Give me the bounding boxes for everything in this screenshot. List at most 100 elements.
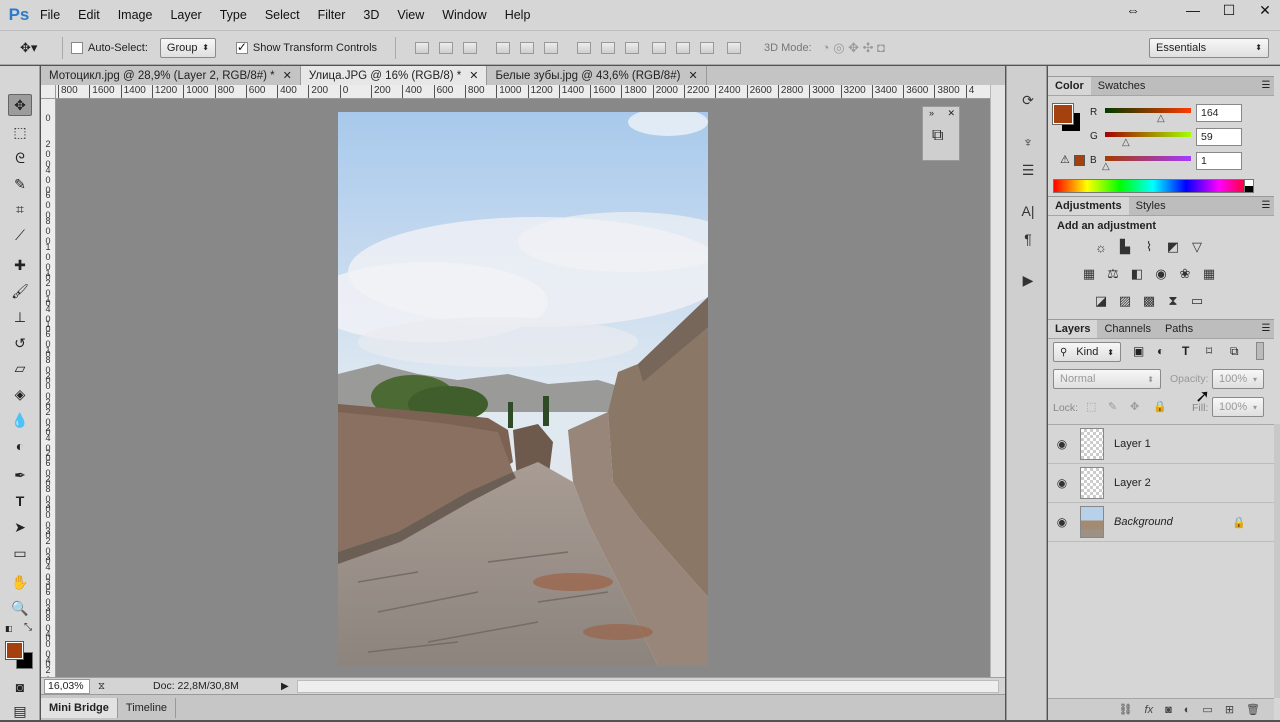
opacity-field[interactable]: 100% ▾ [1212, 369, 1264, 389]
blur-tool-icon[interactable]: 💧 [8, 409, 32, 431]
filter-smart-objects-icon[interactable]: ⧉ [1230, 344, 1239, 359]
brush-preset-icon[interactable]: ♆ [1017, 132, 1039, 152]
tab-street[interactable]: Улица.JPG @ 16% (RGB/8) * ✕ [300, 66, 488, 85]
zoom-tool-icon[interactable]: 🔍 [8, 597, 32, 619]
vibrance-icon[interactable]: ▽ [1188, 238, 1206, 256]
vertical-scrollbar[interactable] [990, 85, 1005, 677]
tab-white-teeth[interactable]: Белые зубы.jpg @ 43,6% (RGB/8#) ✕ [487, 66, 707, 85]
eyedropper-tool-icon[interactable]: ⟋ [8, 224, 32, 246]
quick-mask-icon[interactable]: ◙ [8, 676, 32, 698]
visibility-eye-icon[interactable]: ◉ [1048, 515, 1076, 529]
green-slider[interactable]: G △ 59 [1090, 128, 1276, 148]
type-tool-icon[interactable]: T [8, 490, 32, 512]
layer-name[interactable]: Layer 2 [1114, 477, 1151, 489]
maximize-button[interactable]: ☐ [1222, 2, 1236, 19]
tab-styles[interactable]: Styles [1129, 197, 1173, 215]
distribute-bottom-icon[interactable] [625, 41, 640, 54]
filter-adjustment-layers-icon[interactable]: ◐ [1157, 344, 1164, 358]
lock-position-icon[interactable]: ✥ [1130, 400, 1139, 413]
vertical-ruler[interactable]: 02 0 04 0 06 0 08 0 01 0 0 01 2 0 01 4 0… [41, 99, 56, 677]
visibility-eye-icon[interactable]: ◉ [1048, 476, 1076, 490]
panel-menu-icon[interactable]: ☰ [1258, 197, 1274, 215]
close-tab-icon[interactable]: ✕ [688, 69, 697, 82]
3d-cube-icon[interactable]: ⧉ [932, 127, 943, 145]
crop-tool-icon[interactable]: ⌗ [8, 198, 32, 220]
close-tab-icon[interactable]: ✕ [469, 69, 478, 82]
zoom-level-field[interactable]: 16,03% [44, 678, 90, 694]
properties-icon[interactable]: ☰ [1017, 160, 1039, 180]
tab-motorcycle[interactable]: Мотоцикл.jpg @ 28,9% (Layer 2, RGB/8#) *… [41, 66, 301, 85]
distribute-top-icon[interactable] [577, 41, 592, 54]
red-knob-icon[interactable]: △ [1157, 113, 1165, 124]
blue-value-field[interactable]: 1 [1196, 152, 1242, 170]
green-gradient[interactable] [1105, 132, 1191, 137]
delete-layer-icon[interactable]: 🗑 [1246, 703, 1260, 716]
invert-icon[interactable]: ◪ [1092, 292, 1110, 310]
horizontal-scrollbar[interactable] [296, 679, 999, 693]
status-menu-arrow-icon[interactable]: ▶ [281, 681, 289, 692]
layer-row[interactable]: ◉ Layer 1 [1048, 425, 1274, 464]
add-mask-icon[interactable]: ◙ [1165, 704, 1172, 716]
ruler-origin[interactable] [41, 85, 56, 99]
selective-color-icon[interactable]: ⧗ [1164, 292, 1182, 310]
red-slider[interactable]: R △ 164 [1090, 104, 1276, 124]
threshold-icon[interactable]: ▩ [1140, 292, 1158, 310]
blue-gradient[interactable] [1105, 156, 1191, 161]
layers-scrollbar[interactable] [1274, 424, 1280, 698]
menu-filter[interactable]: Filter [318, 8, 346, 22]
filter-toggle-switch[interactable] [1256, 342, 1264, 360]
foreground-color-swatch[interactable] [5, 641, 24, 660]
link-layers-icon[interactable]: ⛓ [1119, 703, 1133, 716]
menu-edit[interactable]: Edit [78, 8, 100, 22]
character-icon[interactable]: A| [1017, 201, 1039, 221]
history-brush-tool-icon[interactable]: ↺ [8, 332, 32, 354]
paint-bucket-tool-icon[interactable]: ◈ [8, 383, 32, 405]
horizontal-ruler[interactable]: 800 1600 1400 1200 1000 800 600 400 200 0 200 400 60… [56, 85, 990, 99]
tab-layers[interactable]: Layers [1048, 320, 1098, 338]
filter-pixel-layers-icon[interactable]: ▣ [1133, 344, 1144, 358]
blue-slider[interactable]: B △ 1 [1090, 152, 1276, 172]
gamut-warning-icon[interactable]: ⚠ [1060, 153, 1070, 166]
move-window-icon[interactable]: ⇔ [1126, 2, 1140, 19]
history-icon[interactable]: ⟳ [1017, 90, 1039, 110]
menu-image[interactable]: Image [118, 8, 153, 22]
layer-thumbnail[interactable] [1080, 467, 1104, 499]
pen-tool-icon[interactable]: ✒ [8, 464, 32, 486]
panel-menu-icon[interactable]: ☰ [1258, 77, 1274, 95]
photo-filter-icon[interactable]: ◉ [1152, 265, 1170, 283]
layer-thumbnail[interactable] [1080, 506, 1104, 538]
filter-type-layers-icon[interactable]: T [1182, 344, 1189, 358]
menu-window[interactable]: Window [442, 8, 486, 22]
menu-3d[interactable]: 3D [363, 8, 379, 22]
hue-saturation-icon[interactable]: ▦ [1080, 265, 1098, 283]
spectrum-bw-chip[interactable] [1244, 179, 1254, 193]
default-colors-icon[interactable]: ◧ [5, 624, 13, 633]
panel-menu-icon[interactable]: ☰ [1258, 320, 1274, 338]
color-lookup-icon[interactable]: ▦ [1200, 265, 1218, 283]
layer-thumbnail[interactable] [1080, 428, 1104, 460]
align-bottom-icon[interactable] [463, 41, 478, 54]
menu-help[interactable]: Help [505, 8, 531, 22]
dodge-tool-icon[interactable]: ◐ [8, 435, 32, 457]
web-color-swatch[interactable] [1074, 155, 1085, 166]
black-white-icon[interactable]: ◧ [1128, 265, 1146, 283]
actions-icon[interactable]: ▶ [1017, 270, 1039, 290]
path-selection-tool-icon[interactable]: ➤ [8, 516, 32, 538]
green-value-field[interactable]: 59 [1196, 128, 1242, 146]
visibility-eye-icon[interactable]: ◉ [1048, 437, 1076, 451]
status-info-icon[interactable]: ⧖ [98, 681, 105, 692]
levels-icon[interactable]: ▙ [1116, 238, 1134, 256]
tab-paths[interactable]: Paths [1158, 320, 1200, 338]
new-adjustment-layer-icon[interactable]: ◐ [1184, 704, 1191, 716]
quick-selection-tool-icon[interactable]: ✎ [8, 173, 32, 195]
document-image[interactable] [338, 112, 708, 666]
align-hcenter-icon[interactable] [520, 41, 535, 54]
layer-name[interactable]: Background [1114, 516, 1173, 528]
color-panel-fg-swatch[interactable] [1052, 103, 1074, 125]
layer-row[interactable]: ◉ Background 🔒 [1048, 503, 1274, 542]
clone-stamp-tool-icon[interactable]: ⊥ [8, 306, 32, 328]
healing-brush-tool-icon[interactable]: ✚ [8, 254, 32, 276]
show-transform-checkbox[interactable] [235, 40, 248, 54]
tab-swatches[interactable]: Swatches [1091, 77, 1153, 95]
align-top-icon[interactable] [415, 41, 430, 54]
